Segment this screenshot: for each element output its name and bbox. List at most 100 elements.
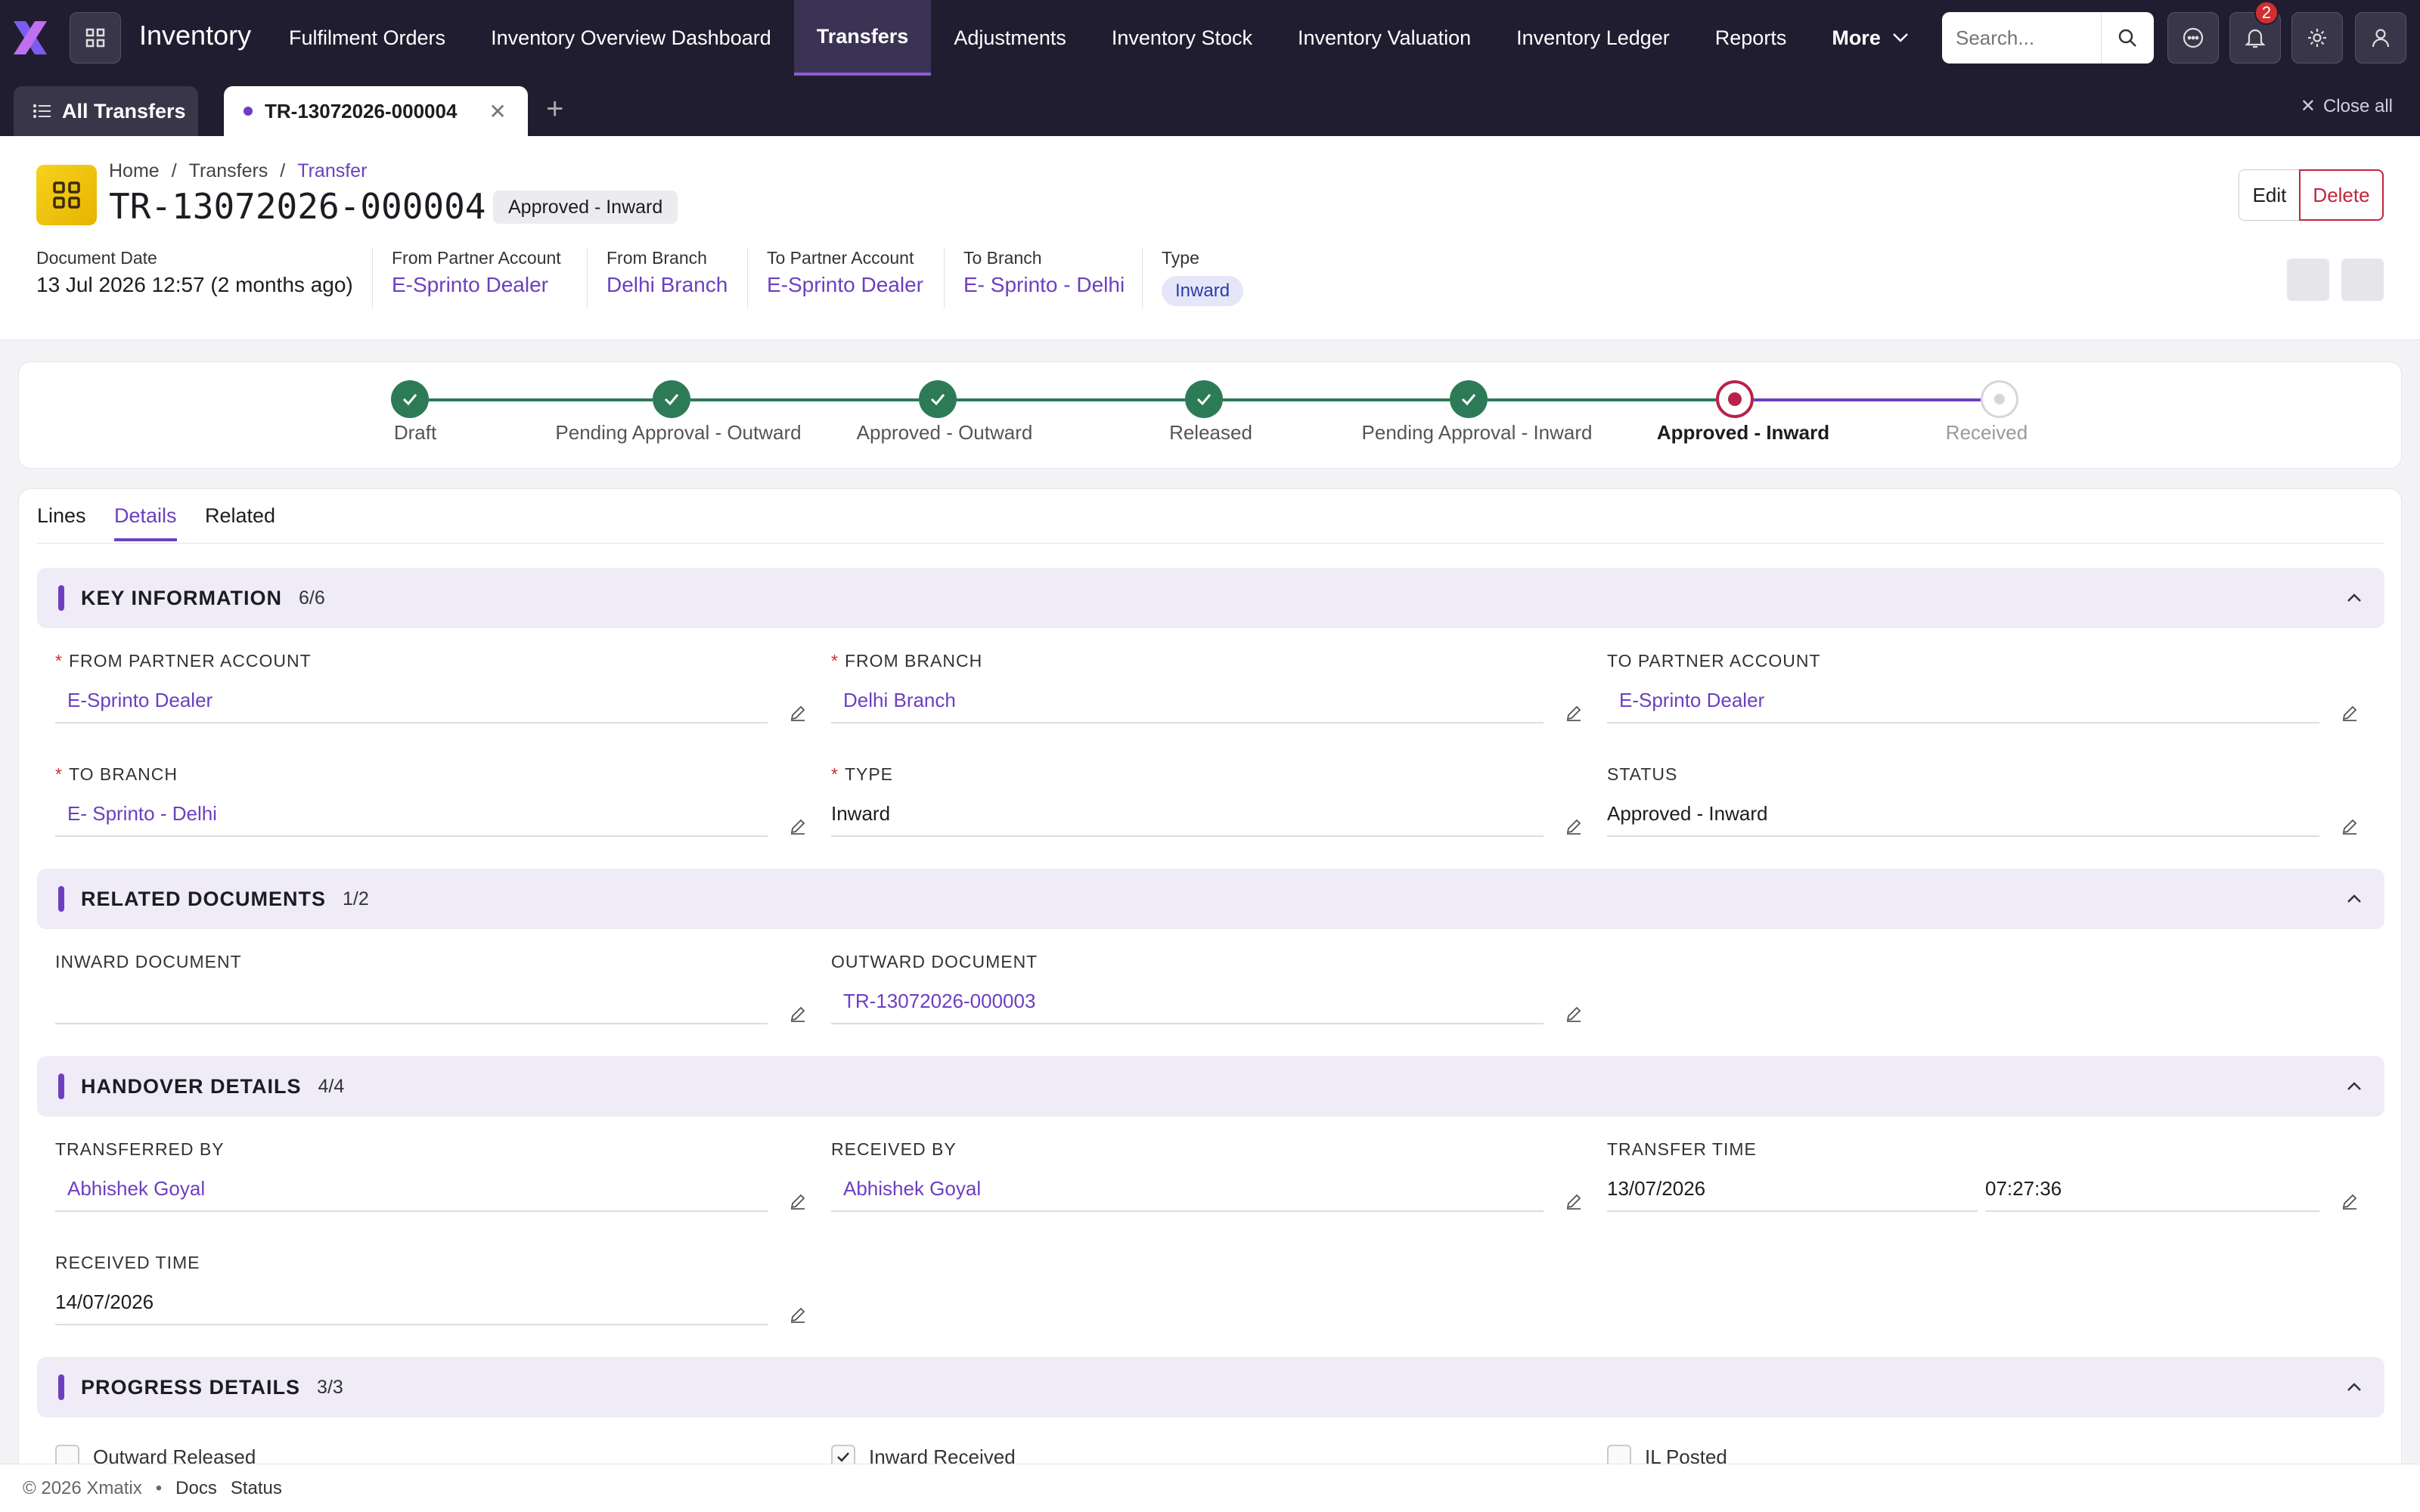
tab-related[interactable]: Related <box>205 504 275 538</box>
section-handover-details[interactable]: HANDOVER DETAILS 4/4 <box>37 1056 2384 1117</box>
section-progress-details[interactable]: PROGRESS DETAILS 3/3 <box>37 1357 2384 1418</box>
pencil-icon[interactable] <box>2341 704 2359 722</box>
nav-reports[interactable]: Reports <box>1692 0 1810 76</box>
grid-icon <box>85 28 105 48</box>
footer-docs-link[interactable]: Docs <box>175 1478 217 1499</box>
pencil-icon[interactable] <box>789 817 807 835</box>
search-icon <box>2118 29 2136 47</box>
user-icon <box>2372 29 2390 48</box>
field-to-partner-account: TO PARTNER ACCOUNT E-Sprinto Dealer <box>1607 651 2363 723</box>
search-input[interactable] <box>1942 14 2101 62</box>
section-title: RELATED DOCUMENTS <box>81 887 326 910</box>
transfer-clock-value[interactable]: 07:27:36 <box>1985 1163 2319 1212</box>
step-label-pending-approval-inward: Pending Approval - Inward <box>1361 421 1593 444</box>
nav-adjustments[interactable]: Adjustments <box>931 0 1089 76</box>
chevron-up-icon[interactable] <box>2344 888 2365 909</box>
pencil-icon[interactable] <box>2341 817 2359 835</box>
breadcrumb-transfers[interactable]: Transfers <box>189 160 268 182</box>
meta-divider <box>747 248 748 308</box>
chevron-up-icon[interactable] <box>2344 1377 2365 1398</box>
meta-to-partner-link[interactable]: E-Sprinto Dealer <box>767 273 923 297</box>
pencil-icon[interactable] <box>1565 1005 1583 1023</box>
search-button[interactable] <box>2101 12 2152 64</box>
nav-transfers[interactable]: Transfers <box>793 0 932 76</box>
user-profile-button[interactable] <box>2355 12 2406 64</box>
placeholder-action[interactable] <box>2341 259 2384 301</box>
pencil-icon[interactable] <box>2341 1192 2359 1210</box>
nav-inventory-overview-dashboard[interactable]: Inventory Overview Dashboard <box>468 0 794 76</box>
pencil-icon[interactable] <box>789 1192 807 1210</box>
tab-lines[interactable]: Lines <box>37 504 86 538</box>
status-value[interactable]: Approved - Inward <box>1607 789 2319 837</box>
section-key-information[interactable]: KEY INFORMATION 6/6 <box>37 568 2384 628</box>
delete-button[interactable]: Delete <box>2299 169 2384 221</box>
section-related-documents[interactable]: RELATED DOCUMENTS 1/2 <box>37 869 2384 929</box>
step-current-icon <box>1716 380 1754 418</box>
meta-from-branch-link[interactable]: Delhi Branch <box>607 273 728 297</box>
close-all-tabs-button[interactable]: ✕ Close all <box>2301 95 2393 117</box>
list-icon <box>33 104 51 119</box>
nav-inventory-valuation[interactable]: Inventory Valuation <box>1275 0 1494 76</box>
step-label-draft: Draft <box>393 421 437 444</box>
step-connector <box>429 398 653 401</box>
close-tab-icon[interactable]: ✕ <box>489 99 506 124</box>
tab-current-transfer[interactable]: TR-13072026-000004 ✕ <box>224 86 528 136</box>
type-value[interactable]: Inward <box>831 789 1544 837</box>
from-branch-value[interactable]: Delhi Branch <box>831 675 1544 723</box>
tab-details[interactable]: Details <box>114 504 177 541</box>
transfer-date-value[interactable]: 13/07/2026 <box>1607 1163 1978 1212</box>
received-time-value[interactable]: 14/07/2026 <box>55 1277 768 1325</box>
received-by-value[interactable]: Abhishek Goyal <box>831 1163 1544 1212</box>
nav-fulfilment-orders[interactable]: Fulfilment Orders <box>266 0 468 76</box>
section-title: HANDOVER DETAILS <box>81 1074 302 1098</box>
chat-button[interactable] <box>2167 12 2219 64</box>
transferred-by-value[interactable]: Abhishek Goyal <box>55 1163 768 1212</box>
breadcrumb-home[interactable]: Home <box>109 160 160 182</box>
meta-type: Type Inward <box>1162 248 1244 306</box>
detail-tabs: Lines Details Related <box>37 489 2384 544</box>
add-tab-button[interactable]: + <box>546 92 563 126</box>
from-partner-account-value[interactable]: E-Sprinto Dealer <box>55 675 768 723</box>
xmatix-logo-icon[interactable] <box>9 17 51 59</box>
step-pending-icon <box>1981 380 2018 418</box>
inward-document-value[interactable] <box>55 976 768 1024</box>
meta-divider <box>944 248 945 308</box>
chevron-up-icon[interactable] <box>2344 1076 2365 1097</box>
to-branch-value[interactable]: E- Sprinto - Delhi <box>55 789 768 837</box>
tab-current-transfer-label: TR-13072026-000004 <box>265 99 458 122</box>
nav-more-label: More <box>1832 26 1881 49</box>
nav-inventory-ledger[interactable]: Inventory Ledger <box>1494 0 1692 76</box>
pencil-icon[interactable] <box>789 704 807 722</box>
app-launcher-button[interactable] <box>70 12 121 64</box>
pencil-icon[interactable] <box>789 1005 807 1023</box>
notification-count-badge: 2 <box>2254 1 2279 25</box>
nav-more[interactable]: More <box>1809 0 1932 76</box>
nav-inventory-stock[interactable]: Inventory Stock <box>1089 0 1275 76</box>
pencil-icon[interactable] <box>1565 817 1583 835</box>
field-label: TO BRANCH <box>68 764 178 784</box>
details-panel: Lines Details Related KEY INFORMATION 6/… <box>18 488 2402 1471</box>
pencil-icon[interactable] <box>1565 1192 1583 1210</box>
to-partner-account-value[interactable]: E-Sprinto Dealer <box>1607 675 2319 723</box>
edit-button[interactable]: Edit <box>2238 169 2301 221</box>
check-icon <box>837 1452 849 1462</box>
meta-document-date: Document Date 13 Jul 2026 12:57 (2 month… <box>36 248 353 297</box>
notifications-button[interactable]: 2 <box>2229 1 2281 64</box>
outward-document-value[interactable]: TR-13072026-000003 <box>831 976 1544 1024</box>
meta-from-partner-link[interactable]: E-Sprinto Dealer <box>392 273 561 297</box>
step-done-check-icon <box>653 380 690 418</box>
meta-divider <box>587 248 588 308</box>
footer-status-link[interactable]: Status <box>231 1478 282 1499</box>
chevron-up-icon[interactable] <box>2344 587 2365 609</box>
field-label: TRANSFERRED BY <box>55 1139 225 1159</box>
field-label: INWARD DOCUMENT <box>55 952 242 971</box>
pencil-icon[interactable] <box>1565 704 1583 722</box>
settings-button[interactable] <box>2291 12 2343 64</box>
pencil-icon[interactable] <box>789 1306 807 1324</box>
step-done-check-icon <box>1185 380 1223 418</box>
placeholder-action[interactable] <box>2287 259 2329 301</box>
close-all-label: Close all <box>2322 95 2393 116</box>
meta-to-branch-link[interactable]: E- Sprinto - Delhi <box>963 273 1125 297</box>
tab-all-transfers[interactable]: All Transfers <box>14 86 198 136</box>
section-count: 6/6 <box>299 587 325 609</box>
